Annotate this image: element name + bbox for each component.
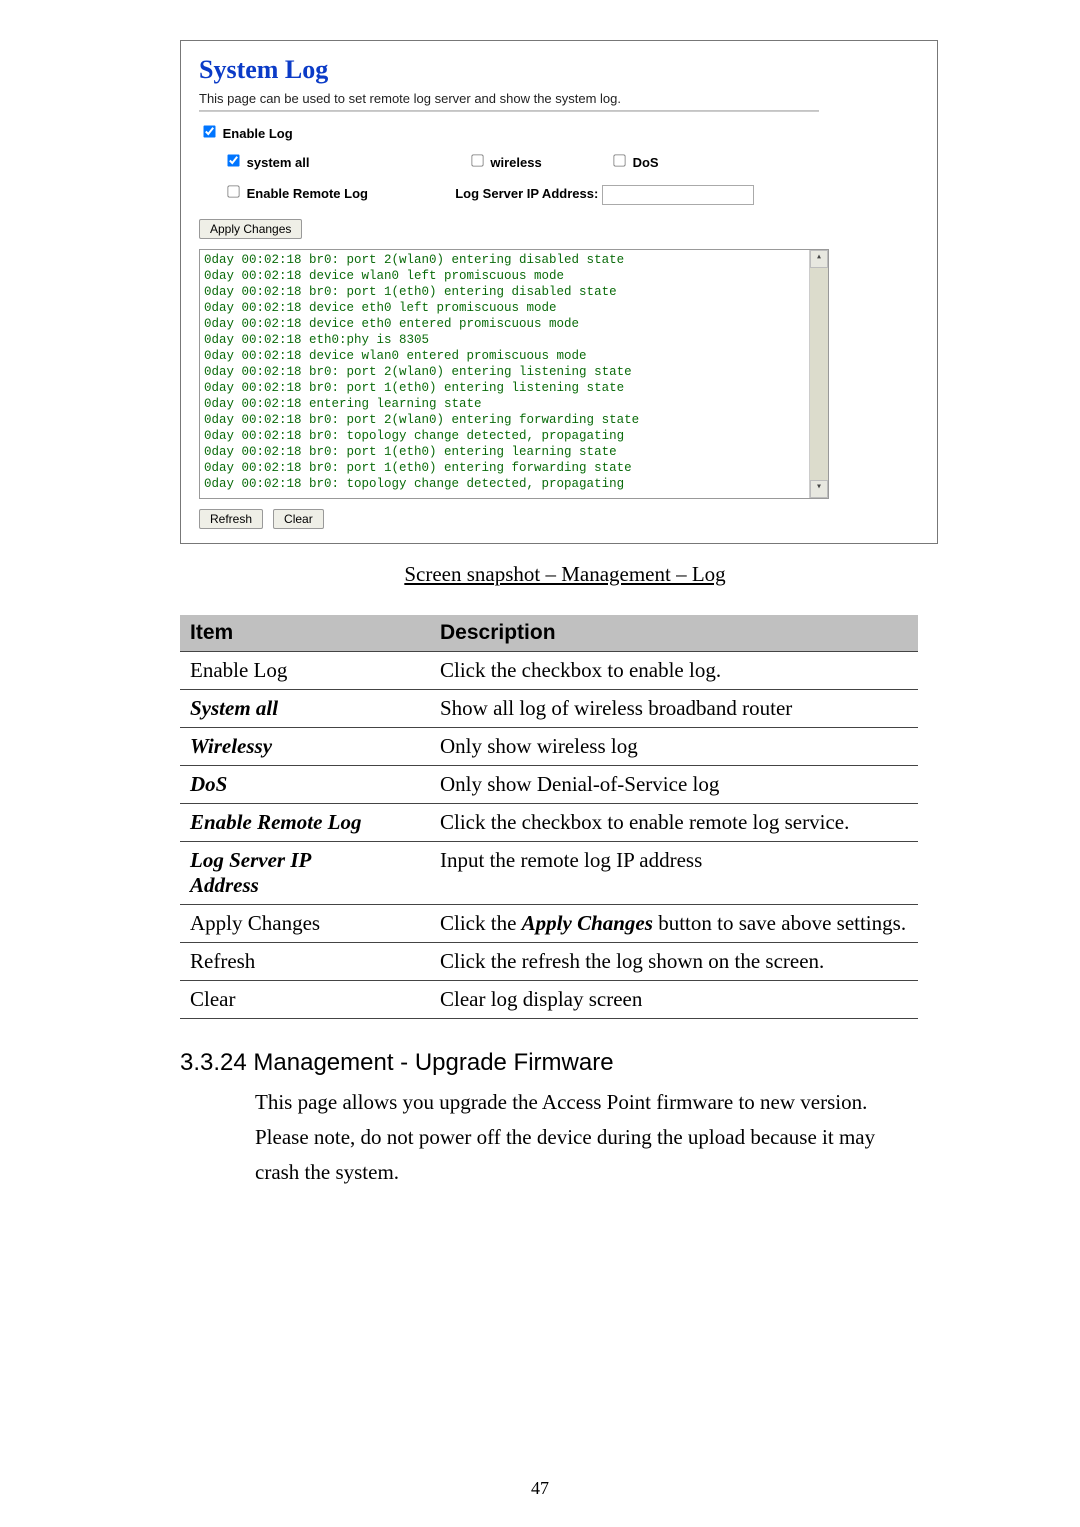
table-cell-item: Clear: [180, 980, 430, 1018]
table-cell-desc: Only show wireless log: [430, 727, 918, 765]
log-line: 0day 00:02:18 br0: port 1(eth0) entering…: [204, 380, 824, 396]
system-log-desc: This page can be used to set remote log …: [199, 91, 919, 106]
system-log-panel: System Log This page can be used to set …: [180, 40, 938, 544]
log-line: 0day 00:02:18 br0: port 2(wlan0) enterin…: [204, 412, 824, 428]
table-cell-item: Apply Changes: [180, 904, 430, 942]
log-line: 0day 00:02:18 br0: topology change detec…: [204, 476, 824, 492]
table-cell-desc: Click the checkbox to enable remote log …: [430, 803, 918, 841]
table-row: Apply ChangesClick the Apply Changes but…: [180, 904, 918, 942]
scroll-down-icon[interactable]: ▾: [810, 480, 828, 498]
table-cell-item: DoS: [180, 765, 430, 803]
table-cell-desc: Only show Denial-of-Service log: [430, 765, 918, 803]
dos-checkbox[interactable]: [613, 154, 625, 166]
log-line: 0day 00:02:18 device wlan0 entered promi…: [204, 348, 824, 364]
table-cell-desc: Input the remote log IP address: [430, 841, 918, 904]
table-cell-item: Enable Remote Log: [180, 803, 430, 841]
figure-caption: Screen snapshot – Management – Log: [180, 562, 950, 587]
scrollbar[interactable]: ▴ ▾: [809, 250, 828, 498]
clear-button[interactable]: Clear: [273, 509, 324, 529]
table-row: Enable LogClick the checkbox to enable l…: [180, 651, 918, 689]
log-line: 0day 00:02:18 br0: port 1(eth0) entering…: [204, 460, 824, 476]
dos-label: DoS: [633, 155, 659, 170]
divider: [199, 110, 819, 112]
system-log-title: System Log: [199, 55, 919, 85]
enable-log-checkbox-label: Enable Log: [199, 126, 293, 141]
page-number: 47: [0, 1478, 1080, 1499]
log-line: 0day 00:02:18 br0: port 1(eth0) entering…: [204, 284, 824, 300]
table-row: Enable Remote LogClick the checkbox to e…: [180, 803, 918, 841]
table-cell-desc: Show all log of wireless broadband route…: [430, 689, 918, 727]
table-cell-desc: Click the checkbox to enable log.: [430, 651, 918, 689]
wireless-checkbox[interactable]: [471, 154, 483, 166]
enable-remote-checkbox[interactable]: [227, 185, 239, 197]
scroll-thumb[interactable]: [810, 268, 828, 480]
section-heading: 3.3.24 Management - Upgrade Firmware: [180, 1049, 950, 1077]
log-server-ip-label: Log Server IP Address:: [455, 186, 598, 201]
log-line: 0day 00:02:18 br0: port 2(wlan0) enterin…: [204, 252, 824, 268]
table-cell-desc: Click the refresh the log shown on the s…: [430, 942, 918, 980]
log-line: 0day 00:02:18 br0: port 1(eth0) entering…: [204, 444, 824, 460]
table-row: DoSOnly show Denial-of-Service log: [180, 765, 918, 803]
table-header-item: Item: [180, 615, 430, 652]
table-header-desc: Description: [430, 615, 918, 652]
log-line: 0day 00:02:18 br0: port 2(wlan0) enterin…: [204, 364, 824, 380]
table-cell-item: Enable Log: [180, 651, 430, 689]
dos-checkbox-label: DoS: [609, 155, 659, 170]
section-body: This page allows you upgrade the Access …: [255, 1085, 905, 1190]
system-all-label: system all: [247, 155, 310, 170]
enable-log-label: Enable Log: [223, 126, 293, 141]
enable-remote-checkbox-label: Enable Remote Log: [223, 186, 372, 201]
section-number: 3.3.24: [180, 1049, 247, 1076]
table-row: System allShow all log of wireless broad…: [180, 689, 918, 727]
log-line: 0day 00:02:18 device wlan0 left promiscu…: [204, 268, 824, 284]
log-server-ip-input[interactable]: [602, 185, 754, 205]
log-textarea[interactable]: 0day 00:02:18 br0: port 2(wlan0) enterin…: [199, 249, 829, 499]
apply-changes-button[interactable]: Apply Changes: [199, 219, 302, 239]
table-row: RefreshClick the refresh the log shown o…: [180, 942, 918, 980]
log-line: 0day 00:02:18 eth0:phy is 8305: [204, 332, 824, 348]
scroll-up-icon[interactable]: ▴: [810, 250, 828, 268]
table-cell-item: Log Server IPAddress: [180, 841, 430, 904]
log-line: 0day 00:02:18 device eth0 entered promis…: [204, 316, 824, 332]
table-cell-desc: Clear log display screen: [430, 980, 918, 1018]
description-table: Item Description Enable LogClick the che…: [180, 615, 918, 1019]
refresh-button[interactable]: Refresh: [199, 509, 263, 529]
table-cell-item: Refresh: [180, 942, 430, 980]
enable-remote-label: Enable Remote Log: [247, 186, 368, 201]
enable-log-checkbox[interactable]: [203, 125, 215, 137]
system-all-checkbox[interactable]: [227, 154, 239, 166]
section-title: Management - Upgrade Firmware: [253, 1049, 613, 1076]
wireless-label: wireless: [490, 155, 541, 170]
wireless-checkbox-label: wireless: [467, 155, 546, 170]
table-cell-item: System all: [180, 689, 430, 727]
table-row: ClearClear log display screen: [180, 980, 918, 1018]
log-line: 0day 00:02:18 br0: topology change detec…: [204, 428, 824, 444]
table-cell-desc: Click the Apply Changes button to save a…: [430, 904, 918, 942]
table-row: Log Server IPAddressInput the remote log…: [180, 841, 918, 904]
log-line: 0day 00:02:18 entering learning state: [204, 396, 824, 412]
log-lines: 0day 00:02:18 br0: port 2(wlan0) enterin…: [204, 252, 824, 492]
table-row: WirelessyOnly show wireless log: [180, 727, 918, 765]
log-line: 0day 00:02:18 device eth0 left promiscuo…: [204, 300, 824, 316]
table-cell-item: Wirelessy: [180, 727, 430, 765]
system-all-checkbox-label: system all: [223, 155, 313, 170]
